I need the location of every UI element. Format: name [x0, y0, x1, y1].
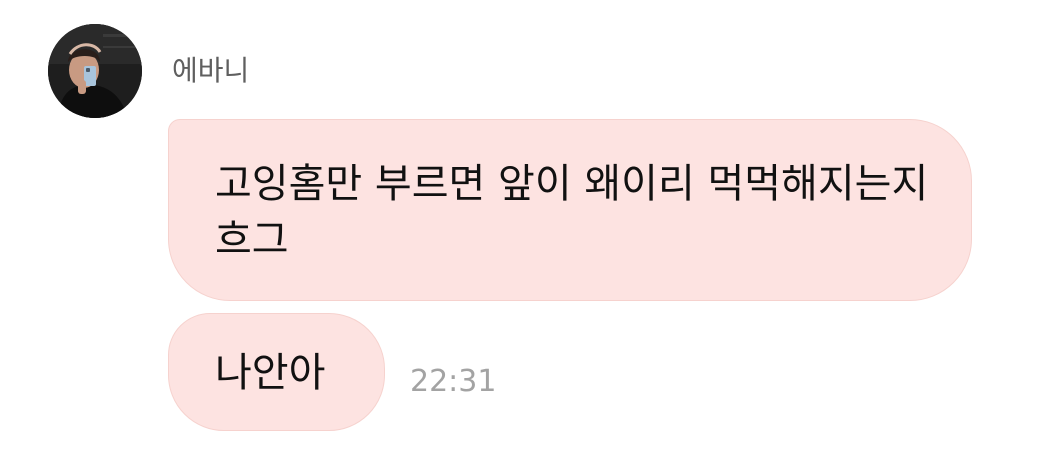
message-bubble[interactable]: 나안아: [168, 313, 385, 431]
message-bubble[interactable]: 고잉홈만 부르면 앞이 왜이리 먹먹해지는지 흐그: [168, 119, 972, 301]
message-text: 고잉홈만 부르면 앞이 왜이리 먹먹해지는지 흐그: [215, 161, 929, 263]
sender-name: 에바니: [172, 54, 250, 87]
avatar[interactable]: [48, 24, 142, 118]
message-text: 나안아: [215, 350, 326, 396]
profile-photo-icon: [48, 24, 142, 118]
message-timestamp: 22:31: [410, 364, 497, 399]
